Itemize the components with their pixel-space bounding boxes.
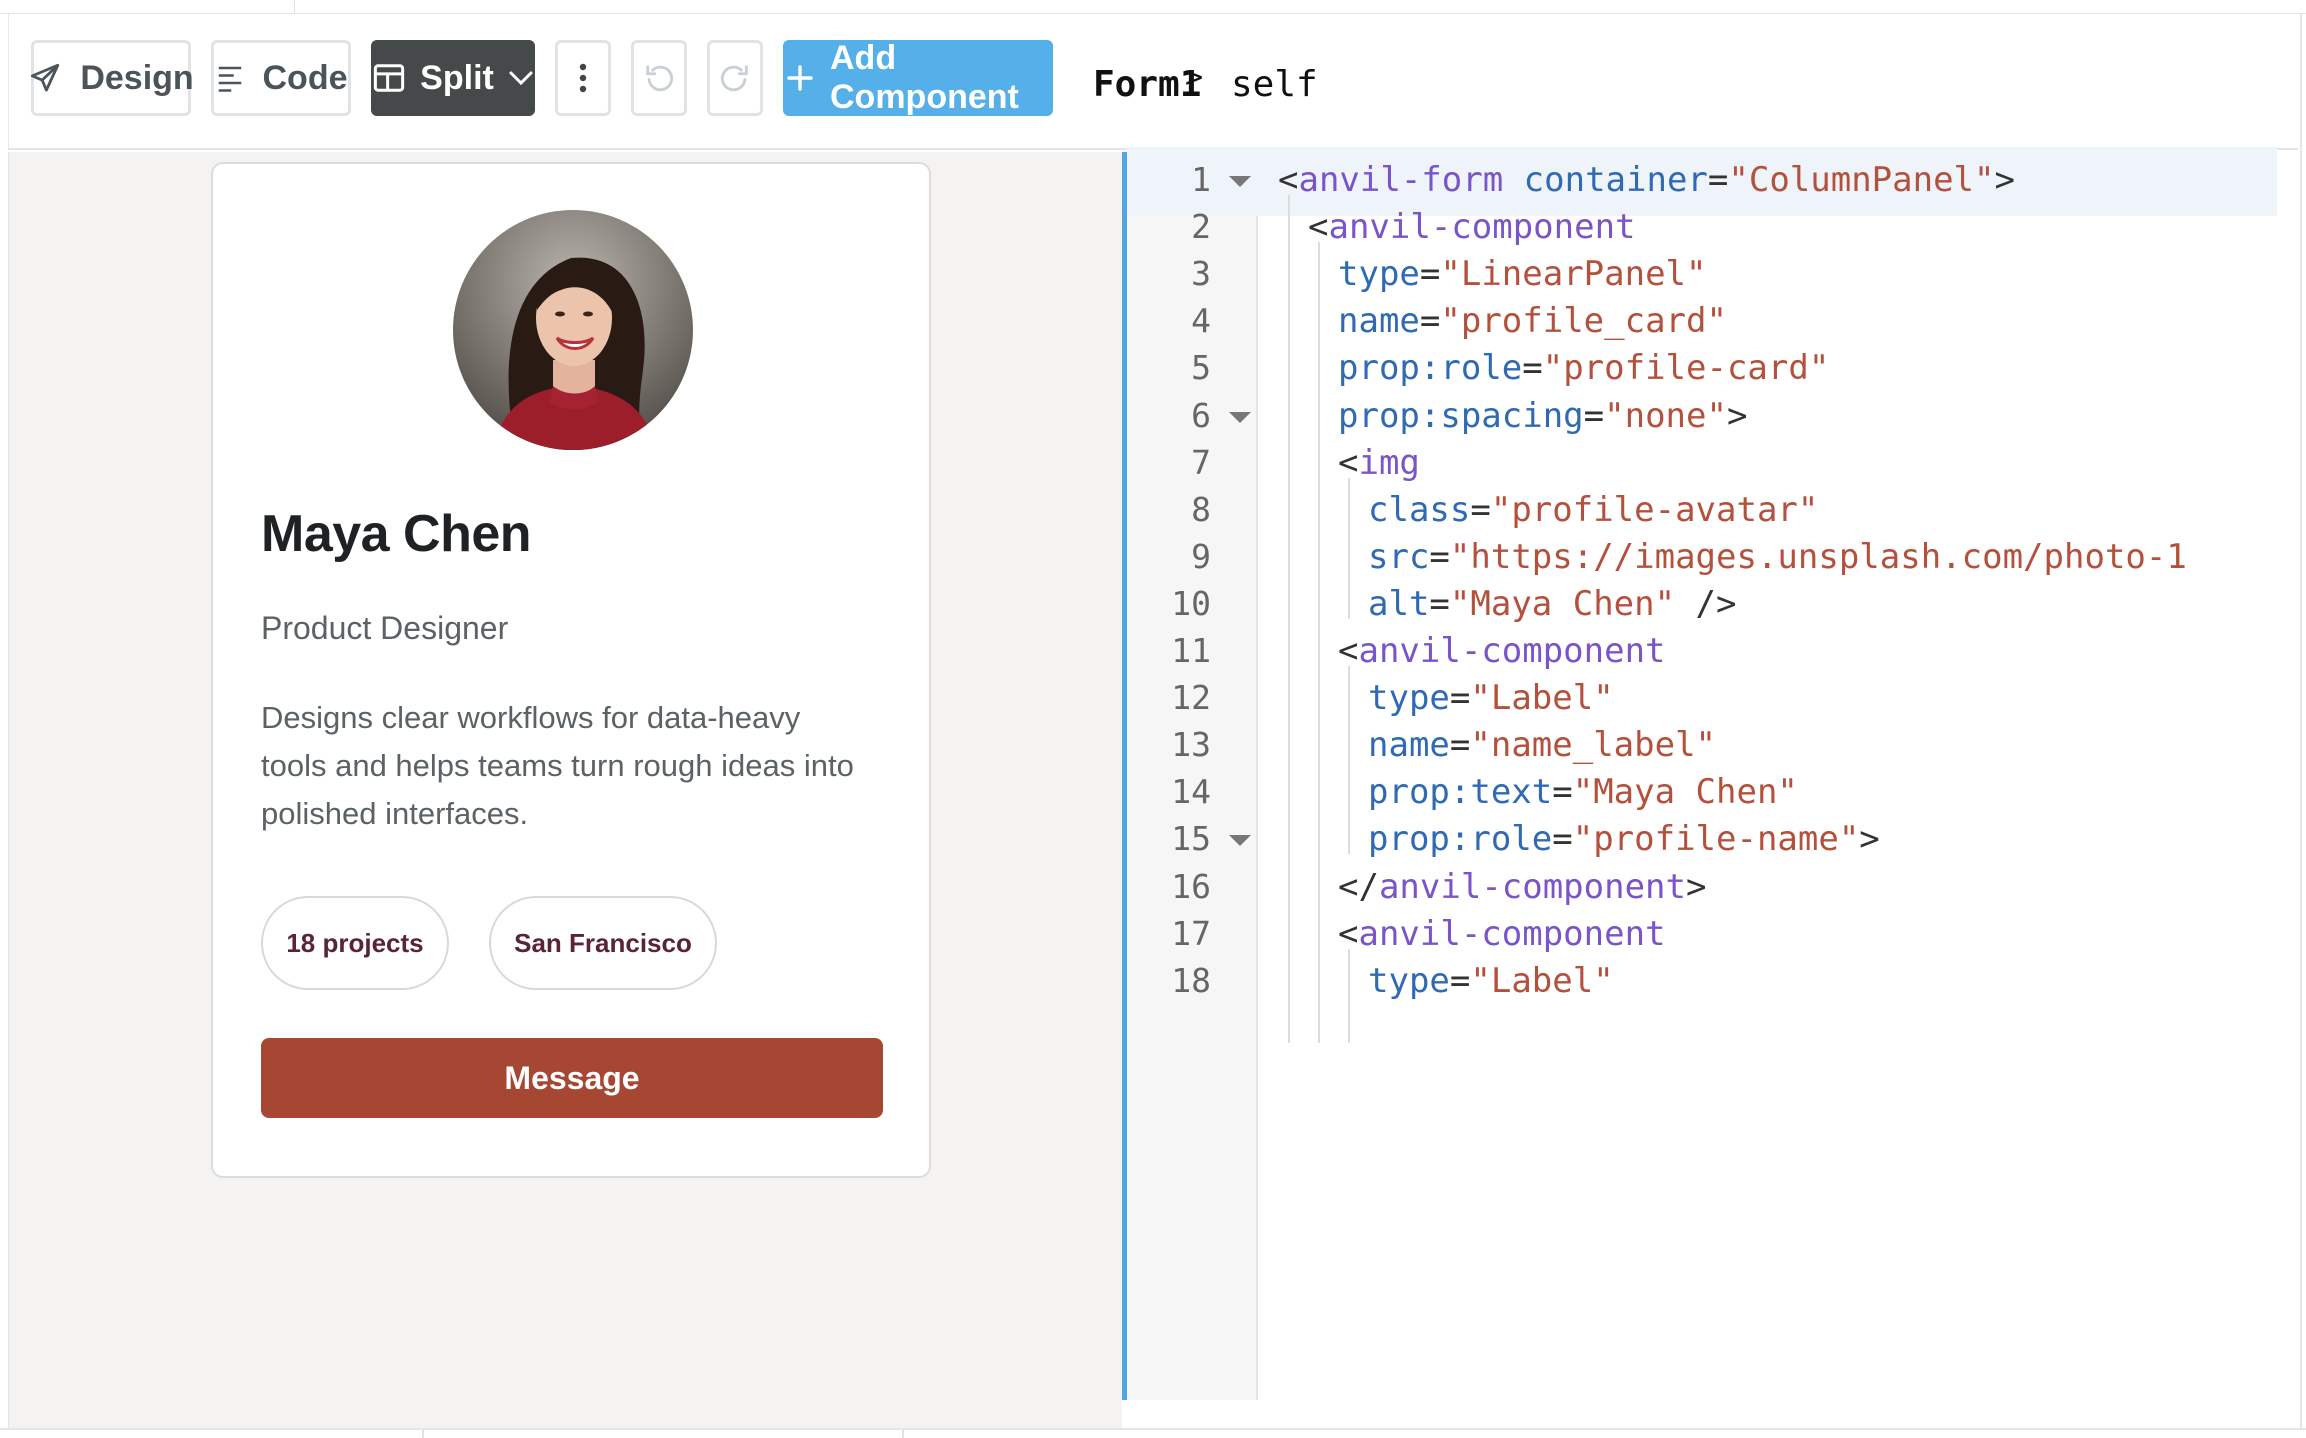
fold-arrow-icon[interactable]: [1229, 176, 1251, 187]
breadcrumb-separator: >: [1185, 60, 1204, 95]
add-component-button[interactable]: Add Component: [783, 39, 1053, 116]
fold-arrow-icon[interactable]: [1229, 411, 1251, 423]
indent-guide: [1348, 948, 1350, 1043]
vertical-dots-icon: [579, 63, 587, 93]
redo-button[interactable]: [707, 40, 763, 116]
align-left-icon: [215, 63, 245, 93]
top-strip: [0, 0, 2306, 14]
bottom-strip: [0, 1428, 2306, 1438]
split-view-label: Split: [420, 58, 494, 97]
more-options-button[interactable]: [555, 40, 611, 116]
paper-plane-icon: [28, 61, 62, 95]
projects-chip[interactable]: 18 projects: [261, 896, 449, 990]
code-line[interactable]: 18 type="Label": [1127, 948, 2277, 1017]
profile-role: Product Designer: [261, 610, 509, 646]
add-component-label: Add Component: [830, 39, 1019, 116]
code-view-button[interactable]: Code: [211, 40, 351, 116]
profile-name: Maya Chen: [261, 505, 532, 563]
fold-arrow-icon[interactable]: [1229, 835, 1251, 847]
design-canvas: Maya Chen Product Designer Designs clear…: [8, 152, 1122, 1428]
indent-guide: [1288, 195, 1290, 1043]
split-view-button[interactable]: Split: [371, 40, 535, 116]
editor-toolbar: Design Code Split Add Component Form1 > …: [8, 14, 2298, 150]
design-view-button[interactable]: Design: [28, 40, 194, 116]
location-chip[interactable]: San Francisco: [489, 896, 717, 990]
right-edge-divider: [2300, 14, 2306, 1428]
indent-guide: [1348, 477, 1350, 619]
profile-card[interactable]: Maya Chen Product Designer Designs clear…: [211, 162, 931, 1178]
profile-bio: Designs clear workflows for data-heavy t…: [261, 700, 854, 831]
chevron-down-icon: [508, 70, 534, 86]
indent-guide: [1348, 666, 1350, 855]
line-number: 18: [1171, 960, 1211, 1000]
code-text: type="Label": [1368, 960, 1614, 1001]
undo-icon: [642, 61, 676, 95]
message-button[interactable]: Message: [261, 1038, 883, 1118]
code-view-label: Code: [262, 58, 348, 97]
bottom-divider: [902, 1430, 904, 1438]
bottom-divider: [422, 1430, 424, 1438]
indent-guide: [1318, 242, 1320, 1043]
top-strip-divider: [294, 0, 295, 14]
code-editor[interactable]: 1 <anvil-form container="ColumnPanel"> 2 <a…: [1122, 147, 2306, 1402]
split-panel-icon: [372, 63, 406, 93]
plus-icon: [786, 64, 814, 92]
profile-avatar[interactable]: [453, 210, 693, 450]
breadcrumb-self[interactable]: self: [1231, 64, 1318, 105]
design-view-label: Design: [80, 58, 194, 97]
redo-icon: [718, 61, 752, 95]
undo-button[interactable]: [631, 40, 687, 116]
